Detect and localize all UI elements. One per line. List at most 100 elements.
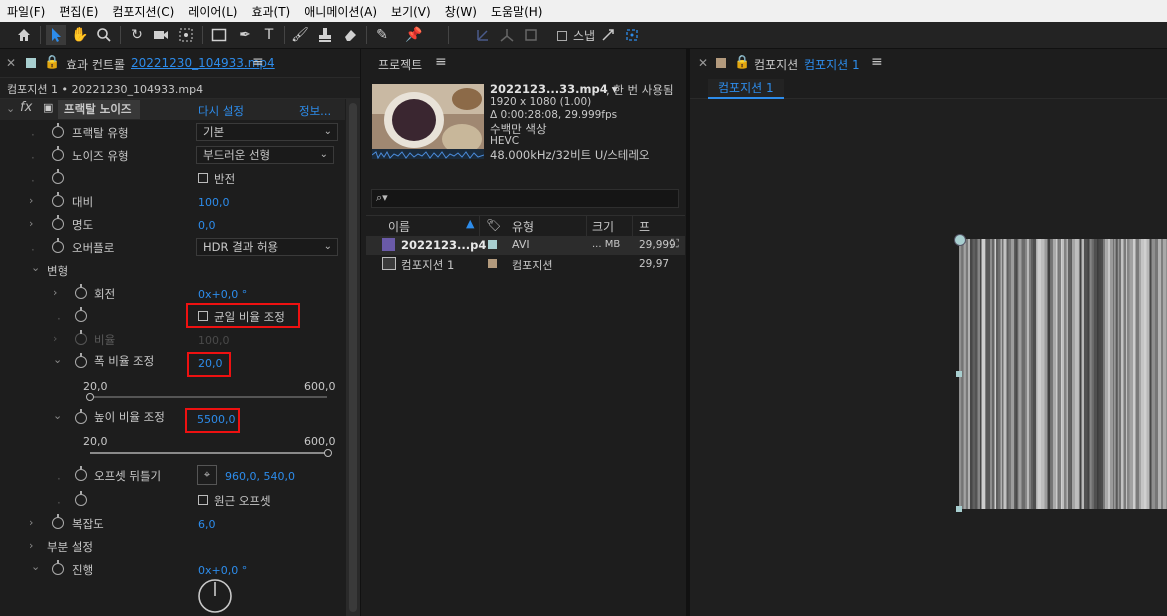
overflow-dropdown[interactable]: HDR 결과 허용 ⌄ <box>196 238 338 256</box>
perspective-checkbox[interactable] <box>198 494 208 508</box>
stopwatch-icon[interactable] <box>75 491 87 506</box>
scale-width-slider-knob[interactable] <box>86 393 94 401</box>
chevron-down-icon[interactable]: ⌄ <box>31 261 40 274</box>
menu-file[interactable]: 파일(F) <box>0 3 52 20</box>
sort-asc-icon[interactable]: ▲ <box>466 217 474 230</box>
stopwatch-icon[interactable] <box>75 307 87 322</box>
search-input[interactable]: ⌕▾ <box>371 189 679 208</box>
menu-help[interactable]: 도움말(H) <box>484 3 550 20</box>
project-tab[interactable]: 프로젝트 ≡ <box>362 49 685 77</box>
scale-width-value[interactable]: 20,0 <box>198 357 223 370</box>
stopwatch-icon[interactable] <box>75 409 87 424</box>
chevron-right-icon[interactable]: › <box>53 286 57 299</box>
invert-checkbox[interactable] <box>198 172 208 186</box>
crosshair-icon[interactable]: ⌖ <box>197 465 217 485</box>
panel-menu-icon[interactable]: ≡ <box>252 54 264 70</box>
chevron-down-icon[interactable]: ⌄ <box>31 560 40 573</box>
clone-stamp-tool-icon[interactable] <box>315 25 335 45</box>
view-axis-icon[interactable] <box>521 25 541 45</box>
stopwatch-icon[interactable] <box>75 353 87 368</box>
subtab-composition[interactable]: 컴포지션 1 <box>708 79 784 99</box>
close-icon[interactable]: ✕ <box>698 56 708 70</box>
composition-viewer[interactable] <box>690 99 1167 616</box>
panel-menu-icon[interactable]: ≡ <box>871 54 883 70</box>
chevron-right-icon[interactable]: › <box>29 516 33 529</box>
eraser-tool-icon[interactable] <box>340 25 360 45</box>
column-fps[interactable]: 프 <box>639 218 650 235</box>
stopwatch-icon[interactable] <box>75 466 87 481</box>
brightness-value[interactable]: 0,0 <box>198 219 216 232</box>
menu-window[interactable]: 창(W) <box>438 3 484 20</box>
anchor-handle[interactable] <box>954 234 966 246</box>
hand-tool-icon[interactable]: ✋ <box>70 25 90 45</box>
panel-menu-icon[interactable]: ≡ <box>435 54 447 70</box>
footage-title[interactable]: 2022123...33.mp4 ▾ <box>490 82 617 96</box>
label-tag-icon[interactable]: 🏷 <box>486 218 501 232</box>
chevron-right-icon[interactable]: › <box>29 539 33 552</box>
stopwatch-icon[interactable] <box>52 238 64 253</box>
scale-width-slider-track[interactable] <box>90 396 327 398</box>
evolution-value[interactable]: 0x+0,0 ° <box>198 564 247 577</box>
fractal-type-dropdown[interactable]: 기본 ⌄ <box>196 123 338 141</box>
brush-tool-icon[interactable]: 🖌 <box>290 25 310 45</box>
stopwatch-icon[interactable] <box>52 215 64 230</box>
lock-icon[interactable]: 🔒 <box>44 55 60 70</box>
world-axis-icon[interactable] <box>497 25 517 45</box>
fx-icon[interactable]: fx <box>20 100 32 115</box>
home-icon[interactable] <box>14 25 34 45</box>
noise-type-dropdown[interactable]: 부드러운 선형 ⌄ <box>196 146 334 164</box>
stopwatch-icon[interactable] <box>52 146 64 161</box>
chevron-down-icon[interactable]: ⌄ <box>6 102 15 115</box>
stopwatch-icon[interactable] <box>52 514 64 529</box>
reset-button[interactable]: 다시 설정 <box>198 103 244 119</box>
stopwatch-icon[interactable] <box>52 192 64 207</box>
menu-edit[interactable]: 편집(E) <box>52 3 105 20</box>
evolution-dial[interactable] <box>197 578 233 614</box>
uniform-scale-checkbox[interactable] <box>198 310 208 324</box>
menu-animation[interactable]: 애니메이션(A) <box>297 3 384 20</box>
tab-comp-name[interactable]: 컴포지션 1 <box>804 56 860 73</box>
snap-checkbox[interactable] <box>557 30 567 44</box>
stopwatch-icon[interactable] <box>52 560 64 575</box>
snap-options-icon[interactable] <box>598 25 618 45</box>
menu-view[interactable]: 보기(V) <box>384 3 438 20</box>
menu-effect[interactable]: 효과(T) <box>244 3 297 20</box>
rotate-tool-icon[interactable]: ↻ <box>127 25 147 45</box>
menu-layer[interactable]: 레이어(L) <box>181 3 244 20</box>
offset-value[interactable]: 960,0, 540,0 <box>225 470 295 483</box>
list-item[interactable]: 컴포지션 1 컴포지션 29,97 <box>366 255 685 274</box>
snap-target-icon[interactable] <box>622 25 642 45</box>
close-icon[interactable]: ✕ <box>6 56 16 70</box>
list-item[interactable]: 2022123...p4 AVI ... MB 29,999 ⛶ <box>366 236 685 255</box>
roto-brush-tool-icon[interactable]: ✎ <box>372 25 392 45</box>
flowchart-icon[interactable]: ⛶ <box>671 237 679 251</box>
composition-tab[interactable]: ✕ 🔒 컴포지션 컴포지션 1 ≡ <box>690 49 1167 77</box>
stopwatch-icon[interactable] <box>75 284 87 299</box>
contrast-value[interactable]: 100,0 <box>198 196 230 209</box>
rotation-value[interactable]: 0x+0,0 ° <box>198 288 247 301</box>
effect-controls-tab[interactable]: ✕ 🔒 효과 컨트롤 20221230_104933.mp4 ≡ <box>0 49 360 78</box>
column-type[interactable]: 유형 <box>512 218 534 235</box>
rectangle-tool-icon[interactable] <box>209 25 229 45</box>
lock-icon[interactable]: 🔒 <box>734 55 750 70</box>
puppet-tool-icon[interactable]: 📌 <box>404 25 424 45</box>
effect-name[interactable]: 프랙탈 노이즈 <box>58 100 140 119</box>
menu-composition[interactable]: 컴포지션(C) <box>105 3 181 20</box>
complexity-value[interactable]: 6,0 <box>198 518 216 531</box>
column-size[interactable]: 크기 <box>592 218 614 235</box>
chevron-down-icon[interactable]: ⌄ <box>53 409 62 422</box>
pen-tool-icon[interactable]: ✒ <box>235 25 255 45</box>
local-axis-icon[interactable] <box>473 25 493 45</box>
info-button[interactable]: 정보... <box>299 103 331 119</box>
stopwatch-icon[interactable] <box>52 123 64 138</box>
scale-height-value[interactable]: 5500,0 <box>197 413 236 426</box>
camera-tool-icon[interactable] <box>151 25 171 45</box>
layer-handle[interactable] <box>956 371 962 377</box>
stopwatch-icon[interactable] <box>52 169 64 184</box>
scrollbar[interactable] <box>346 99 360 616</box>
scale-height-slider-track[interactable] <box>90 452 327 454</box>
column-name[interactable]: 이름 <box>388 218 410 235</box>
text-tool-icon[interactable]: T <box>259 25 279 45</box>
layer-handle[interactable] <box>956 506 962 512</box>
selection-tool-icon[interactable] <box>46 25 66 45</box>
